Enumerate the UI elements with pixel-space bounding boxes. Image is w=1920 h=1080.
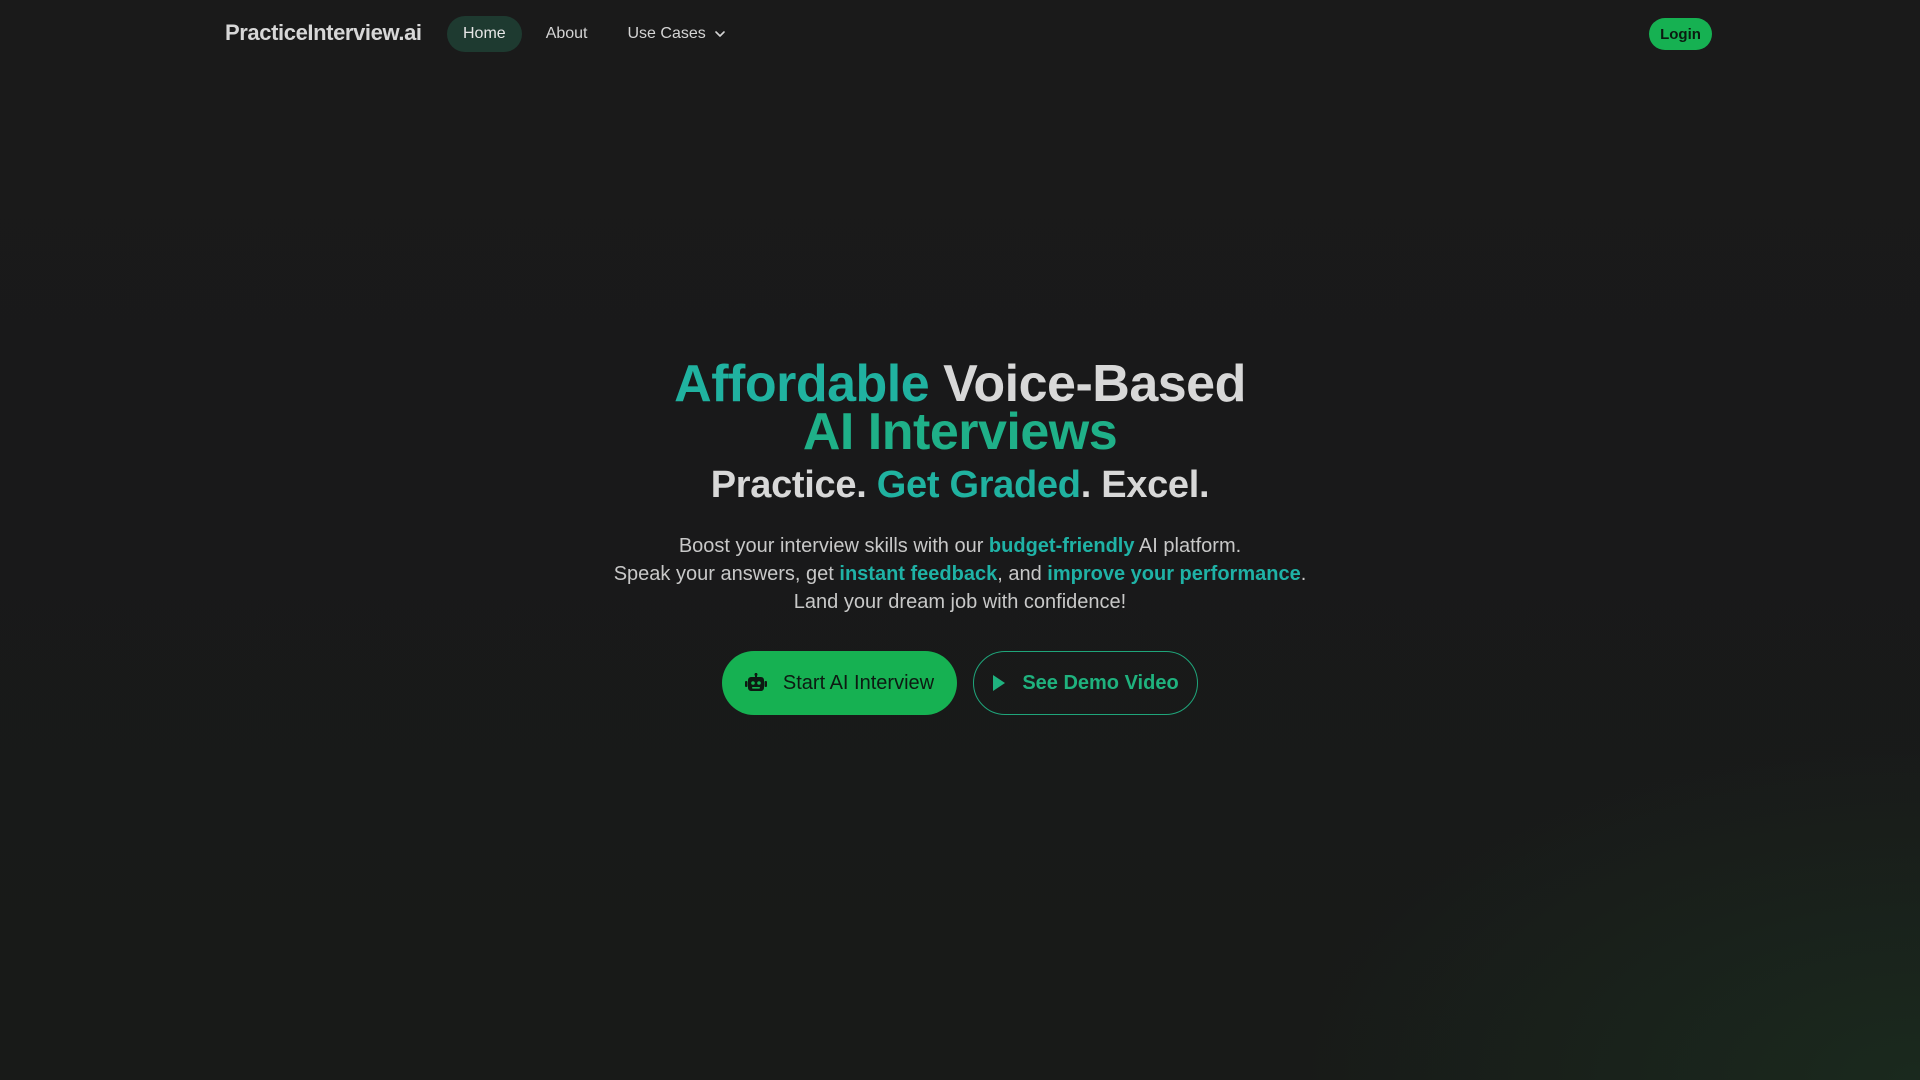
desc-line-3: Land your dream job with confidence! — [793, 591, 1127, 613]
desc-highlight: improve your performance — [1047, 563, 1301, 585]
desc-text: . — [1300, 563, 1307, 585]
desc-text: Speak your answers, get — [613, 563, 840, 585]
nav-item-label: Use Cases — [627, 25, 706, 42]
start-ai-interview-button[interactable]: Start AI Interview — [722, 651, 957, 715]
desc-text: AI platform. — [1134, 535, 1242, 557]
desc-line-1: Boost your interview skills with our bud… — [0, 532, 1920, 560]
nav-item-label: Home — [463, 25, 506, 42]
nav-item-use-cases[interactable]: Use Cases — [612, 16, 742, 52]
hero-title-line2: AI Interviews — [802, 403, 1118, 461]
cta-group: Start AI Interview See Demo Video — [0, 651, 1920, 715]
desc-highlight: instant feedback — [839, 563, 998, 585]
desc-text: , and — [997, 563, 1048, 585]
desc-highlight: budget-friendly — [988, 535, 1135, 557]
play-icon — [993, 675, 1006, 691]
see-demo-video-button[interactable]: See Demo Video — [973, 651, 1198, 715]
nav-item-home[interactable]: Home — [447, 16, 522, 52]
top-nav: PracticeInterview.ai Home About Use Case… — [0, 0, 1920, 68]
nav-links: Home About Use Cases — [447, 16, 750, 52]
start-ai-interview-label: Start AI Interview — [782, 671, 935, 694]
tagline-highlight: Get Graded — [876, 464, 1081, 506]
brand-logo[interactable]: PracticeInterview.ai — [225, 20, 422, 46]
tagline-part: Practice. — [710, 464, 877, 506]
nav-item-label: About — [545, 25, 588, 42]
hero-description: Boost your interview skills with our bud… — [0, 532, 1920, 616]
hero-section: Affordable Voice-Based AI Interviews Pra… — [0, 358, 1920, 715]
desc-text: Boost your interview skills with our — [678, 535, 989, 557]
nav-item-about[interactable]: About — [530, 16, 604, 52]
hero-title: Affordable Voice-Based AI Interviews — [0, 358, 1920, 461]
robot-icon — [744, 673, 767, 691]
login-button[interactable]: Login — [1649, 18, 1712, 50]
hero-tagline: Practice. Get Graded. Excel. — [0, 460, 1920, 510]
see-demo-video-label: See Demo Video — [1022, 671, 1179, 694]
tagline-part: . Excel. — [1080, 464, 1210, 506]
chevron-down-icon — [714, 31, 725, 37]
desc-line-2: Speak your answers, get instant feedback… — [0, 560, 1920, 588]
